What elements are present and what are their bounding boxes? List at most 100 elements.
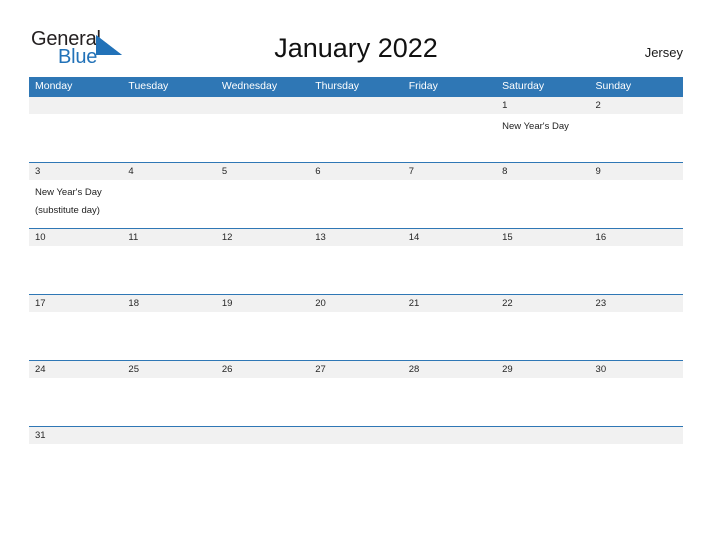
date-number[interactable] xyxy=(403,427,496,444)
date-number[interactable]: 2 xyxy=(590,97,683,114)
date-number[interactable]: 25 xyxy=(122,361,215,378)
day-cell[interactable] xyxy=(122,180,215,228)
date-number[interactable] xyxy=(216,97,309,114)
day-cell[interactable] xyxy=(216,246,309,294)
day-cell[interactable] xyxy=(590,444,683,463)
week-event-strip: New Year's Day (substitute day) xyxy=(29,180,683,228)
date-number[interactable]: 7 xyxy=(403,163,496,180)
week-date-strip: 31 xyxy=(29,427,683,444)
date-number[interactable]: 9 xyxy=(590,163,683,180)
date-number[interactable]: 31 xyxy=(29,427,122,444)
date-number[interactable] xyxy=(403,97,496,114)
date-number[interactable]: 10 xyxy=(29,229,122,246)
date-number[interactable]: 3 xyxy=(29,163,122,180)
day-cell[interactable] xyxy=(29,444,122,463)
week-event-strip: New Year's Day xyxy=(29,114,683,162)
date-number[interactable]: 13 xyxy=(309,229,402,246)
day-cell[interactable] xyxy=(216,378,309,426)
day-cell[interactable] xyxy=(29,378,122,426)
date-number[interactable]: 24 xyxy=(29,361,122,378)
date-number[interactable] xyxy=(122,427,215,444)
date-number[interactable]: 6 xyxy=(309,163,402,180)
day-cell[interactable] xyxy=(496,444,589,463)
day-cell[interactable] xyxy=(496,312,589,360)
day-cell[interactable] xyxy=(122,312,215,360)
day-cell[interactable] xyxy=(309,180,402,228)
day-cell[interactable] xyxy=(122,444,215,463)
date-number[interactable]: 21 xyxy=(403,295,496,312)
day-cell[interactable] xyxy=(590,180,683,228)
day-cell[interactable] xyxy=(496,378,589,426)
day-cell[interactable] xyxy=(403,246,496,294)
date-number[interactable]: 5 xyxy=(216,163,309,180)
weekday-header-row: Monday Tuesday Wednesday Thursday Friday… xyxy=(29,77,683,96)
event-label: New Year's Day xyxy=(502,121,569,132)
day-cell[interactable] xyxy=(216,180,309,228)
date-number[interactable]: 26 xyxy=(216,361,309,378)
day-cell[interactable] xyxy=(590,114,683,162)
date-number[interactable] xyxy=(29,97,122,114)
week-row: 31 xyxy=(29,426,683,463)
date-number[interactable]: 8 xyxy=(496,163,589,180)
day-cell[interactable] xyxy=(590,378,683,426)
date-number[interactable]: 20 xyxy=(309,295,402,312)
date-number[interactable] xyxy=(309,97,402,114)
date-number[interactable]: 23 xyxy=(590,295,683,312)
day-cell[interactable] xyxy=(590,312,683,360)
day-cell[interactable] xyxy=(403,378,496,426)
weekday-header-saturday: Saturday xyxy=(502,80,545,92)
date-number[interactable]: 28 xyxy=(403,361,496,378)
day-cell[interactable] xyxy=(122,246,215,294)
date-number[interactable] xyxy=(216,427,309,444)
day-cell[interactable] xyxy=(309,312,402,360)
date-number[interactable]: 27 xyxy=(309,361,402,378)
date-number[interactable]: 18 xyxy=(122,295,215,312)
day-cell[interactable] xyxy=(216,312,309,360)
day-cell[interactable] xyxy=(403,114,496,162)
day-cell[interactable] xyxy=(403,312,496,360)
date-number[interactable]: 4 xyxy=(122,163,215,180)
week-date-strip: 10 11 12 13 14 15 16 xyxy=(29,229,683,246)
date-number[interactable] xyxy=(122,97,215,114)
day-cell[interactable] xyxy=(309,378,402,426)
date-number[interactable] xyxy=(590,427,683,444)
date-number[interactable]: 15 xyxy=(496,229,589,246)
week-event-strip xyxy=(29,246,683,294)
day-cell[interactable] xyxy=(122,114,215,162)
weekday-header-wednesday: Wednesday xyxy=(221,80,278,92)
day-cell[interactable] xyxy=(216,444,309,463)
day-cell[interactable] xyxy=(216,114,309,162)
day-cell[interactable] xyxy=(403,444,496,463)
day-cell[interactable] xyxy=(122,378,215,426)
week-row: 3 4 5 6 7 8 9 New Year's Day (substitute… xyxy=(29,162,683,228)
date-number[interactable] xyxy=(496,427,589,444)
date-number[interactable]: 12 xyxy=(216,229,309,246)
date-number[interactable]: 30 xyxy=(590,361,683,378)
day-cell[interactable] xyxy=(496,180,589,228)
day-cell[interactable] xyxy=(403,180,496,228)
day-cell[interactable] xyxy=(590,246,683,294)
day-cell[interactable]: New Year's Day (substitute day) xyxy=(29,180,122,228)
weekday-header-friday: Friday xyxy=(408,80,438,92)
day-cell[interactable] xyxy=(496,246,589,294)
day-cell[interactable] xyxy=(309,114,402,162)
day-cell[interactable]: New Year's Day xyxy=(496,114,589,162)
week-event-strip xyxy=(29,378,683,426)
date-number[interactable]: 1 xyxy=(496,97,589,114)
date-number[interactable]: 16 xyxy=(590,229,683,246)
date-number[interactable]: 11 xyxy=(122,229,215,246)
day-cell[interactable] xyxy=(29,246,122,294)
calendar-page: General Blue January 2022 Jersey Monday … xyxy=(0,0,712,550)
page-title: January 2022 xyxy=(274,33,438,63)
page-header: General Blue January 2022 Jersey xyxy=(0,0,712,76)
date-number[interactable] xyxy=(309,427,402,444)
date-number[interactable]: 14 xyxy=(403,229,496,246)
date-number[interactable]: 19 xyxy=(216,295,309,312)
day-cell[interactable] xyxy=(29,114,122,162)
day-cell[interactable] xyxy=(309,246,402,294)
day-cell[interactable] xyxy=(29,312,122,360)
date-number[interactable]: 22 xyxy=(496,295,589,312)
date-number[interactable]: 29 xyxy=(496,361,589,378)
date-number[interactable]: 17 xyxy=(29,295,122,312)
day-cell[interactable] xyxy=(309,444,402,463)
